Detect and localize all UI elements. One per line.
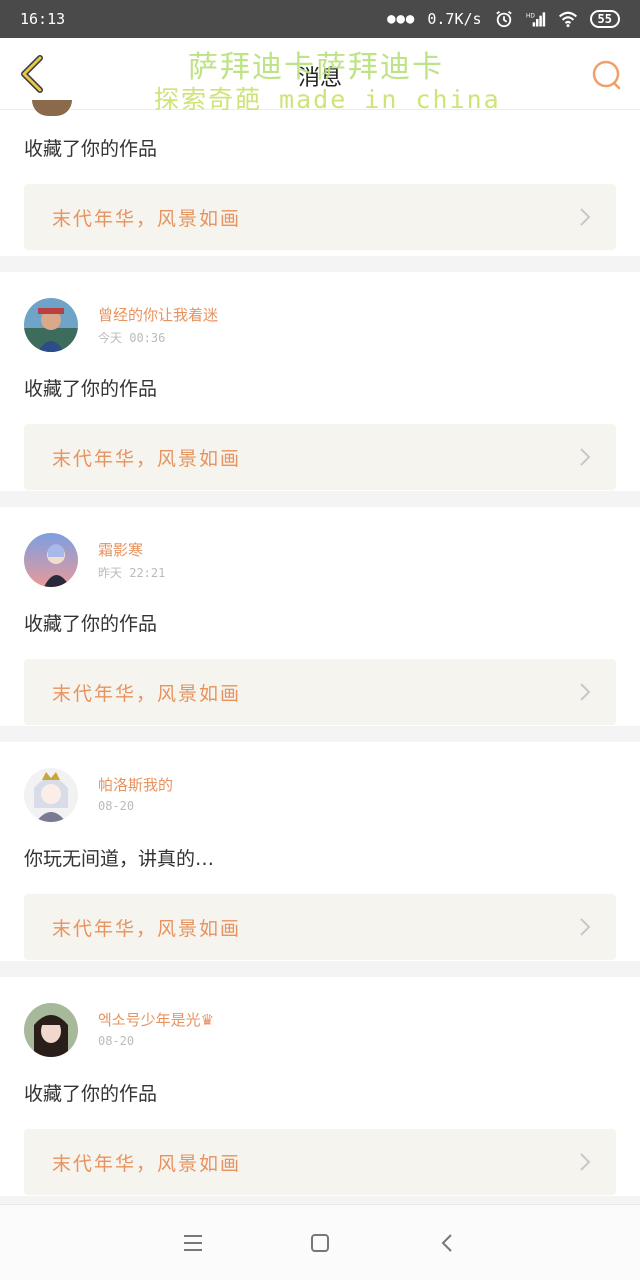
work-link[interactable]: 末代年华，风景如画 xyxy=(24,1129,616,1195)
wifi-icon xyxy=(558,11,577,28)
user-row: 엑소号少年是光♛ 08-20 xyxy=(24,1003,616,1057)
back-icon[interactable] xyxy=(433,1229,461,1257)
battery-icon: 55 xyxy=(589,10,620,28)
notification-message: 收藏了你的作品 xyxy=(24,1083,158,1105)
work-title: 末代年华，风景如画 xyxy=(52,447,242,470)
signal-dots-icon: ●●● xyxy=(387,11,416,27)
user-row: 曾经的你让我着迷 今天 00:36 xyxy=(24,298,616,352)
username[interactable]: 霜影寒 xyxy=(98,539,165,560)
chevron-right-icon xyxy=(580,448,591,466)
notification-card: 엑소号少年是光♛ 08-20 收藏了你的作品 末代年华，风景如画 xyxy=(0,977,640,1196)
search-icon[interactable] xyxy=(590,58,624,92)
timestamp: 08-20 xyxy=(98,799,135,813)
network-speed: 0.7K/s xyxy=(427,10,482,28)
avatar[interactable] xyxy=(24,768,78,822)
work-link[interactable]: 末代年华，风景如画 xyxy=(24,424,616,490)
timestamp: 今天 00:36 xyxy=(98,331,166,345)
notification-card: 曾经的你让我着迷 今天 00:36 收藏了你的作品 末代年华，风景如画 xyxy=(0,272,640,491)
username[interactable]: 帕洛斯我的 xyxy=(98,774,173,795)
chevron-right-icon xyxy=(580,1153,591,1171)
work-title: 末代年华，风景如画 xyxy=(52,917,242,940)
avatar[interactable] xyxy=(32,100,72,116)
chevron-right-icon xyxy=(580,683,591,701)
alarm-icon xyxy=(495,11,512,28)
work-title: 末代年华，风景如画 xyxy=(52,1152,242,1175)
avatar[interactable] xyxy=(24,298,78,352)
username[interactable]: 曾经的你让我着迷 xyxy=(98,304,218,325)
username[interactable]: 엑소号少年是光♛ xyxy=(98,1009,214,1030)
hd-signal-icon: HD xyxy=(526,12,545,27)
status-icons: ●●● 0.7K/s HD 55 xyxy=(387,10,620,28)
notification-message: 收藏了你的作品 xyxy=(24,378,158,400)
work-title: 末代年华，风景如画 xyxy=(52,682,242,705)
menu-icon[interactable] xyxy=(179,1229,207,1257)
chevron-right-icon xyxy=(580,208,591,226)
svg-text:HD: HD xyxy=(526,13,535,19)
work-link[interactable]: 末代年华，风景如画 xyxy=(24,894,616,960)
notification-card: 收藏了你的作品 末代年华，风景如画 xyxy=(0,100,640,256)
notification-card: 帕洛斯我的 08-20 你玩无间道，讲真的… 末代年华，风景如画 xyxy=(0,742,640,961)
work-link[interactable]: 末代年华，风景如画 xyxy=(24,659,616,725)
notification-card: 霜影寒 昨天 22:21 收藏了你的作品 末代年华，风景如画 xyxy=(0,507,640,726)
status-time: 16:13 xyxy=(20,10,66,28)
work-title: 末代年华，风景如画 xyxy=(52,207,242,230)
system-nav-bar xyxy=(0,1204,640,1280)
avatar[interactable] xyxy=(24,1003,78,1057)
user-row: 霜影寒 昨天 22:21 xyxy=(24,533,616,587)
timestamp: 昨天 22:21 xyxy=(98,566,166,580)
notification-message: 收藏了你的作品 xyxy=(24,138,158,160)
notification-list: 收藏了你的作品 末代年华，风景如画 曾经的你让我着迷 今天 00:36 收藏了你… xyxy=(0,100,640,1212)
notification-message: 你玩无间道，讲真的… xyxy=(24,848,215,870)
user-row: 帕洛斯我的 08-20 xyxy=(24,768,616,822)
home-icon[interactable] xyxy=(306,1229,334,1257)
notification-message: 收藏了你的作品 xyxy=(24,613,158,635)
avatar[interactable] xyxy=(24,533,78,587)
work-link[interactable]: 末代年华，风景如画 xyxy=(24,184,616,250)
timestamp: 08-20 xyxy=(98,1034,135,1048)
chevron-right-icon xyxy=(580,918,591,936)
status-bar: 16:13 ●●● 0.7K/s HD 55 xyxy=(0,0,640,38)
